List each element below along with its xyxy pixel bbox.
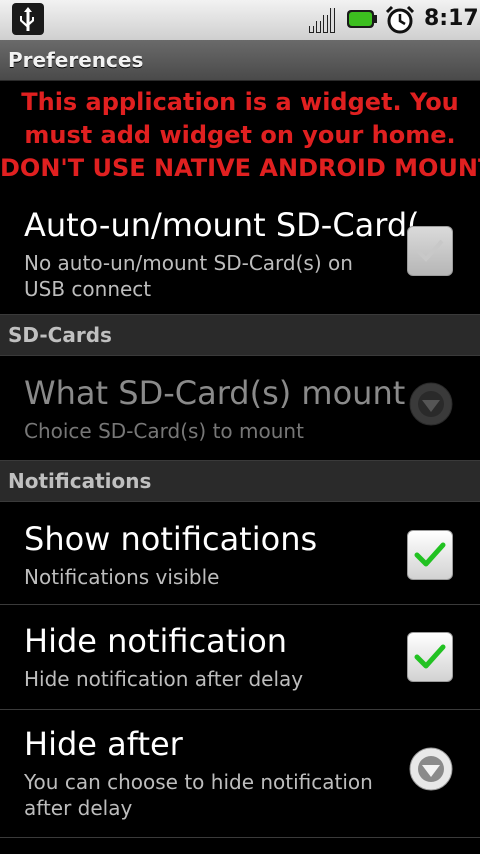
warning-line-3: DON'T USE NATIVE ANDROID MOUNT	[0, 154, 480, 182]
status-clock: 8:17	[424, 6, 479, 31]
pref-auto-mount-title: Auto-un/mount SD-Card(	[24, 206, 420, 244]
what-mount-dropdown[interactable]	[409, 382, 453, 426]
signal-icon	[308, 6, 340, 34]
pref-show-notifications[interactable]: Show notifications Notifications visible	[0, 502, 480, 602]
pref-what-mount-title: What SD-Card(s) mount	[24, 374, 406, 412]
category-notifications-label: Notifications	[8, 469, 152, 493]
page-title: Preferences	[8, 48, 144, 72]
usb-icon	[12, 3, 44, 35]
pref-hide-notification-title: Hide notification	[24, 622, 288, 660]
pref-show-notifications-summary: Notifications visible	[24, 565, 220, 589]
widget-warning: This application is a widget. You must a…	[0, 86, 480, 185]
battery-icon	[346, 8, 378, 30]
pref-hide-notification-summary: Hide notification after delay	[24, 667, 304, 691]
auto-mount-checkbox[interactable]	[407, 226, 453, 276]
title-bar: Preferences	[0, 40, 480, 81]
check-icon	[414, 542, 446, 567]
chevron-down-icon	[409, 747, 453, 791]
pref-auto-mount[interactable]: Auto-un/mount SD-Card( No auto-un/mount …	[0, 200, 480, 312]
divider	[0, 604, 480, 605]
check-icon	[416, 239, 444, 262]
chevron-down-icon	[409, 382, 453, 426]
divider	[0, 837, 480, 838]
hide-notification-checkbox[interactable]	[407, 632, 453, 682]
status-bar: 8:17	[0, 0, 480, 41]
pref-what-mount[interactable]: What SD-Card(s) mount Choice SD-Card(s) …	[0, 356, 480, 460]
category-sdcards-label: SD-Cards	[8, 323, 112, 347]
show-notifications-checkbox[interactable]	[407, 530, 453, 580]
warning-line-1: This application is a widget. You	[21, 88, 459, 116]
category-notifications: Notifications	[0, 460, 480, 502]
alarm-clock-icon	[384, 4, 416, 36]
warning-line-2: must add widget on your home.	[24, 121, 456, 149]
pref-hide-after-summary: You can choose to hide notification afte…	[24, 770, 373, 820]
pref-auto-mount-summary: No auto-un/mount SD-Card(s) on USB conne…	[24, 251, 353, 301]
pref-show-notifications-title: Show notifications	[24, 520, 318, 558]
pref-hide-after-title: Hide after	[24, 725, 183, 763]
pref-what-mount-summary: Choice SD-Card(s) to mount	[24, 419, 304, 443]
pref-hide-notification[interactable]: Hide notification Hide notification afte…	[0, 606, 480, 708]
pref-hide-after[interactable]: Hide after You can choose to hide notifi…	[0, 711, 480, 837]
hide-after-dropdown[interactable]	[409, 747, 453, 791]
check-icon	[414, 644, 446, 669]
divider	[0, 709, 480, 710]
category-sdcards: SD-Cards	[0, 314, 480, 356]
